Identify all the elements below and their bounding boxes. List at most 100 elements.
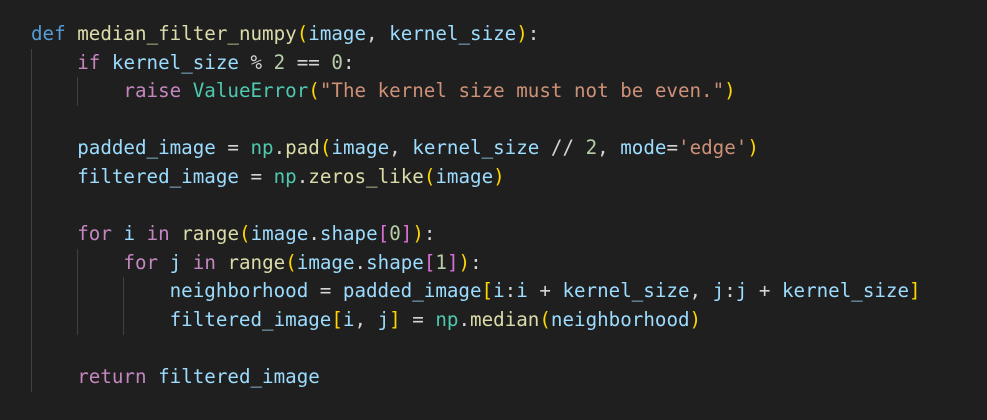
code-token: : [470,250,482,274]
code-token: . [296,164,309,188]
code-token: range [181,222,239,246]
code-editor[interactable]: def median_filter_numpy(image, kernel_si… [0,0,987,420]
code-token: 2 [585,136,598,160]
code-token: image [331,136,390,160]
code-token: median_filter_numpy [77,22,297,45]
code-line[interactable]: if kernel_size % 2 == 0: [31,49,921,78]
code-token: , [389,136,413,160]
code-token: . [308,222,320,246]
code-token: : [527,22,540,45]
code-token: "The kernel size must not be even." [319,79,725,103]
code-token: 'edge' [678,136,748,160]
code-token: j [735,279,748,303]
code-token: filtered_image [77,164,239,188]
code-token: j [169,250,182,274]
code-token: median [470,307,540,331]
code-token: = [666,136,679,160]
code-token: % [238,50,274,74]
code-token: 0 [331,50,343,74]
code-token: shape [366,250,424,274]
code-token: raise [123,79,182,103]
code-token: == [285,50,332,74]
code-token: ( [308,79,320,103]
code-token: , [597,136,621,160]
code-token: . [354,250,367,274]
code-token: i [493,279,505,303]
code-token: ) [458,250,471,274]
code-token: ( [296,22,309,45]
code-token: in [146,222,170,246]
code-token: kernel_size [111,50,239,74]
code-line[interactable]: neighborhood = padded_image[i:i + kernel… [31,277,921,306]
code-token: ( [423,164,436,188]
code-token: 1 [435,250,447,274]
code-token: in [192,250,216,274]
code-token: def [31,22,66,45]
code-token: i [516,279,528,303]
code-token: filtered_image [169,307,332,331]
code-token: kernel_size [781,279,910,303]
code-token: ] [389,307,401,331]
code-token: kernel_size [389,22,517,45]
code-token: , [354,307,378,331]
code-line[interactable]: raise ValueError("The kernel size must n… [31,77,921,106]
code-token: + [747,279,782,303]
code-token: 0 [389,222,401,246]
code-token: [ [377,222,390,246]
code-token: filtered_image [158,365,320,389]
code-token: ) [747,136,759,160]
code-token: np [435,307,459,331]
code-token: mode [620,136,667,160]
code-token: kernel_size [412,136,540,160]
code-token: ) [516,22,528,45]
code-token: = [308,279,343,303]
code-token: : [504,279,517,303]
code-token: padded_image [77,136,216,160]
code-token: j [712,279,725,303]
code-token: ) [689,307,702,331]
code-line[interactable]: def median_filter_numpy(image, kernel_si… [31,20,921,49]
code-line[interactable] [31,335,921,364]
code-line[interactable]: return filtered_image [31,363,921,392]
code-token: ValueError [192,79,309,103]
code-token: i [342,307,355,331]
code-line[interactable]: for i in range(image.shape[0]): [31,220,921,249]
code-token: 2 [273,50,286,74]
code-token: , [366,22,390,45]
code-token: , [689,279,713,303]
code-token: ] [446,250,459,274]
code-token: range [227,250,286,274]
code-token: padded_image [342,279,482,303]
code-content[interactable]: def median_filter_numpy(image, kernel_si… [31,20,921,392]
code-token: . [273,136,286,160]
code-token: for [77,222,112,246]
code-line[interactable] [31,106,921,135]
code-token: + [527,279,563,303]
code-line[interactable]: filtered_image = np.zeros_like(image) [31,163,921,192]
code-line[interactable]: padded_image = np.pad(image, kernel_size… [31,134,921,163]
code-token: if [77,50,101,74]
code-token: image [250,222,309,246]
code-token: : [423,222,436,246]
code-line[interactable]: for j in range(image.shape[1]): [31,249,921,278]
code-token: np [250,136,274,160]
code-token: image [435,164,494,188]
code-token: = [400,307,436,331]
code-line[interactable]: filtered_image[i, j] = np.median(neighbo… [31,306,921,335]
code-line[interactable] [31,192,921,221]
code-token: . [458,307,471,331]
code-token: // [539,136,586,160]
